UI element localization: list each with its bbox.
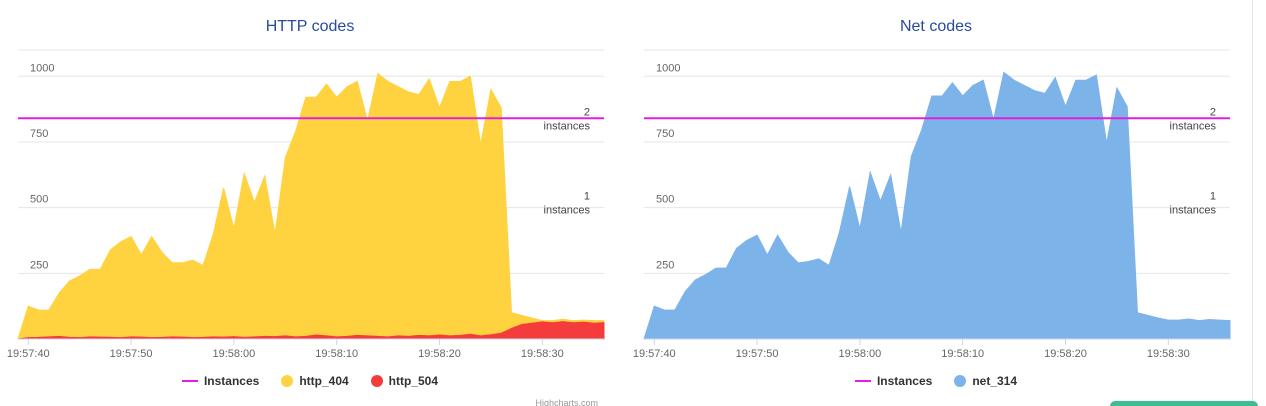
x-tick-label: 19:57:40 — [7, 348, 50, 360]
x-tick-label: 19:58:10 — [315, 348, 358, 360]
x-tick-label: 19:58:10 — [941, 348, 984, 360]
legend-item-http-504[interactable]: http_504 — [370, 374, 439, 388]
net-codes-chart-panel: Net codes 250 500 750 1000 19:57:40 19:57:50 1… — [626, 0, 1246, 406]
series-area-net-314 — [643, 71, 1231, 340]
x-tick-label: 19:58:00 — [838, 348, 881, 360]
dot-symbol-icon — [954, 375, 967, 387]
y-tick-label: 250 — [656, 259, 674, 271]
y-tick-label: 500 — [30, 194, 48, 206]
net-codes-chart-svg: 250 500 750 1000 19:57:40 19:57:50 19:58:00 19:… — [633, 49, 1231, 360]
floating-action-button[interactable] — [1110, 401, 1258, 406]
credits-link[interactable]: Highcharts.com — [535, 398, 598, 406]
x-tick-label: 19:58:00 — [212, 348, 255, 360]
plot-line-label: instances — [544, 120, 591, 132]
legend-item-instances[interactable]: Instances — [181, 374, 260, 388]
y-tick-label: 250 — [30, 259, 48, 271]
legend-label: http_504 — [388, 374, 439, 388]
line-symbol-icon — [854, 380, 871, 382]
y-tick-label: 1000 — [656, 62, 680, 74]
chart-legend: Instances net_314 — [626, 374, 1246, 388]
chart-legend: Instances http_404 http_504 — [0, 374, 620, 388]
legend-item-instances[interactable]: Instances — [854, 374, 933, 388]
dot-symbol-icon — [281, 375, 294, 387]
dot-symbol-icon — [370, 375, 383, 387]
x-tick-label: 19:58:20 — [1044, 348, 1087, 360]
line-symbol-icon — [181, 380, 198, 382]
plot-line-label: instances — [544, 204, 591, 216]
x-tick-label: 19:57:50 — [736, 348, 779, 360]
legend-label: http_404 — [299, 374, 349, 388]
legend-item-net-314[interactable]: net_314 — [954, 374, 1017, 388]
y-tick-label: 1000 — [30, 62, 54, 74]
x-tick-label: 19:58:30 — [1147, 348, 1190, 360]
legend-label: net_314 — [972, 374, 1018, 388]
y-tick-label: 750 — [656, 128, 674, 140]
plot-line-label: instances — [1170, 120, 1217, 132]
x-tick-label: 19:57:50 — [110, 348, 153, 360]
x-tick-label: 19:58:20 — [418, 348, 461, 360]
plot-line-label: 2 — [584, 106, 590, 118]
y-tick-label: 500 — [656, 194, 674, 206]
series-area-http-404 — [17, 72, 605, 340]
x-tick-label: 19:58:30 — [521, 348, 564, 360]
legend-label: Instances — [203, 374, 260, 388]
plot-line-label: 2 — [1210, 106, 1216, 118]
http-codes-chart-svg: 250 500 750 1000 19:57:40 19:57:50 19:58:00 19:… — [7, 49, 605, 360]
plot-line-label: 1 — [584, 190, 590, 202]
plot-line-label: instances — [1170, 204, 1217, 216]
plot-line-label: 1 — [1210, 190, 1216, 202]
x-tick-label: 19:57:40 — [633, 348, 676, 360]
legend-item-http-404[interactable]: http_404 — [281, 374, 349, 388]
http-codes-chart-panel: HTTP codes 250 500 750 1000 19:57:40 19:57:50… — [0, 0, 620, 406]
dashboard: HTTP codes 250 500 750 1000 19:57:40 19:57:50… — [0, 0, 1266, 406]
panel-divider — [1252, 0, 1253, 406]
legend-label: Instances — [876, 374, 933, 388]
y-tick-label: 750 — [30, 128, 48, 140]
